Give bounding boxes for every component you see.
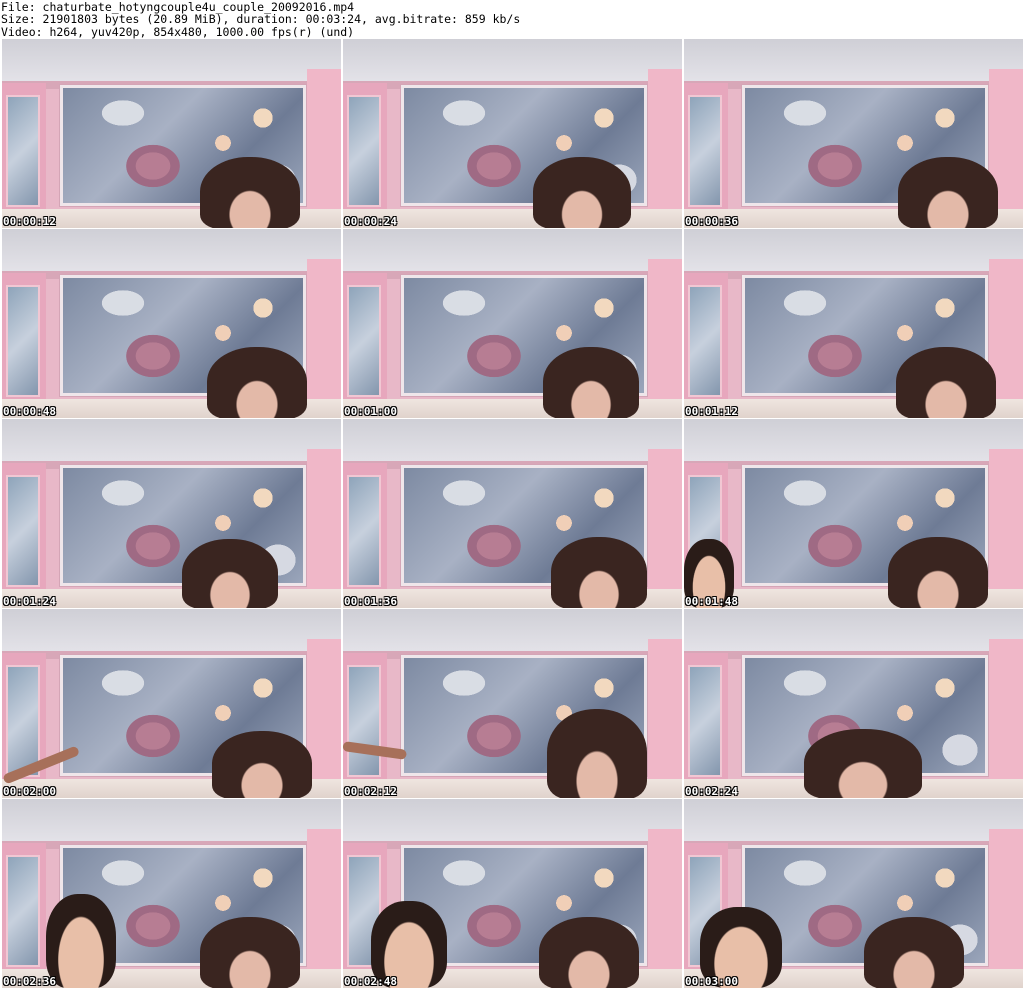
right-wall <box>307 449 341 608</box>
video-thumbnail: 00:00:24 <box>343 39 682 228</box>
right-wall <box>989 639 1023 798</box>
right-wall <box>648 259 682 418</box>
woman-figure <box>200 157 300 228</box>
ceiling <box>2 39 341 81</box>
woman-figure <box>200 917 300 988</box>
right-wall <box>648 639 682 798</box>
video-thumbnail: 00:01:48 <box>684 419 1023 608</box>
thumbnail-timestamp: 00:02:24 <box>685 785 738 798</box>
side-mural-panel <box>6 665 40 777</box>
video-thumbnail: 00:02:12 <box>343 609 682 798</box>
video-thumbnail: 00:00:12 <box>2 39 341 228</box>
right-wall <box>307 69 341 228</box>
ceiling <box>684 419 1023 461</box>
ceiling <box>343 39 682 81</box>
right-wall <box>989 449 1023 608</box>
video-thumbnail: 00:02:24 <box>684 609 1023 798</box>
ceiling <box>2 609 341 651</box>
woman-figure <box>207 347 307 418</box>
thumbnail-timestamp: 00:01:36 <box>344 595 397 608</box>
ceiling <box>2 229 341 271</box>
side-mural-panel <box>688 95 722 207</box>
side-mural-panel <box>347 475 381 587</box>
right-wall <box>307 639 341 798</box>
video-thumbnail: 00:02:48 <box>343 799 682 988</box>
side-mural-panel <box>6 285 40 397</box>
thumbnail-timestamp: 00:02:48 <box>344 975 397 988</box>
ceiling <box>684 39 1023 81</box>
woman-figure <box>182 539 278 608</box>
thumbnail-timestamp: 00:00:36 <box>685 215 738 228</box>
thumbnail-timestamp: 00:02:00 <box>3 785 56 798</box>
video-thumbnail: 00:00:48 <box>2 229 341 418</box>
right-wall <box>989 829 1023 988</box>
thumbnail-timestamp: 00:02:12 <box>344 785 397 798</box>
side-mural-panel <box>688 285 722 397</box>
side-mural-panel <box>347 285 381 397</box>
video-thumbnail: 00:01:24 <box>2 419 341 608</box>
woman-figure <box>547 709 647 798</box>
video-thumbnail: 00:01:12 <box>684 229 1023 418</box>
side-mural-panel <box>688 665 722 777</box>
thumbnail-timestamp: 00:01:12 <box>685 405 738 418</box>
thumbnail-timestamp: 00:02:36 <box>3 975 56 988</box>
ceiling <box>343 799 682 841</box>
video-thumbnail: 00:02:36 <box>2 799 341 988</box>
right-wall <box>648 829 682 988</box>
woman-figure <box>896 347 996 418</box>
side-mural-panel <box>6 855 40 967</box>
ceiling <box>343 609 682 651</box>
thumbnail-timestamp: 00:01:00 <box>344 405 397 418</box>
ceiling <box>684 609 1023 651</box>
ceiling <box>2 799 341 841</box>
ceiling <box>684 229 1023 271</box>
thumbnail-timestamp: 00:01:24 <box>3 595 56 608</box>
file-size-line: Size: 21901803 bytes (20.89 MiB), durati… <box>1 12 521 27</box>
woman-figure <box>888 537 988 608</box>
right-wall <box>307 259 341 418</box>
thumbnail-timestamp: 00:00:48 <box>3 405 56 418</box>
thumbnail-grid: 00:00:12 00:00:24 00:00:36 00:00:48 00:0… <box>2 39 1023 988</box>
right-wall <box>307 829 341 988</box>
video-thumbnail: 00:01:00 <box>343 229 682 418</box>
video-thumbnail: 00:02:00 <box>2 609 341 798</box>
right-wall <box>648 449 682 608</box>
ceiling <box>343 419 682 461</box>
thumbnail-timestamp: 00:03:00 <box>685 975 738 988</box>
thumbnail-timestamp: 00:00:24 <box>344 215 397 228</box>
woman-figure <box>864 917 964 988</box>
man-figure <box>46 894 116 988</box>
woman-figure <box>212 731 312 798</box>
file-info-header: File: chaturbate_hotyngcouple4u_couple_2… <box>0 0 1024 39</box>
woman-figure <box>804 729 922 798</box>
ceiling <box>343 229 682 271</box>
woman-figure <box>533 157 631 228</box>
woman-figure <box>543 347 639 418</box>
side-mural-panel <box>6 95 40 207</box>
thumbnail-timestamp: 00:01:48 <box>685 595 738 608</box>
side-mural-panel <box>347 665 381 777</box>
side-mural-panel <box>6 475 40 587</box>
ceiling <box>684 799 1023 841</box>
video-thumbnail: 00:03:00 <box>684 799 1023 988</box>
woman-figure <box>898 157 998 228</box>
ceiling <box>2 419 341 461</box>
video-info-line: Video: h264, yuv420p, 854x480, 1000.00 f… <box>1 24 355 39</box>
video-thumbnail: 00:01:36 <box>343 419 682 608</box>
side-mural-panel <box>347 95 381 207</box>
right-wall <box>648 69 682 228</box>
woman-figure <box>539 917 639 988</box>
video-thumbnail: 00:00:36 <box>684 39 1023 228</box>
thumbnail-timestamp: 00:00:12 <box>3 215 56 228</box>
woman-figure <box>551 537 647 608</box>
